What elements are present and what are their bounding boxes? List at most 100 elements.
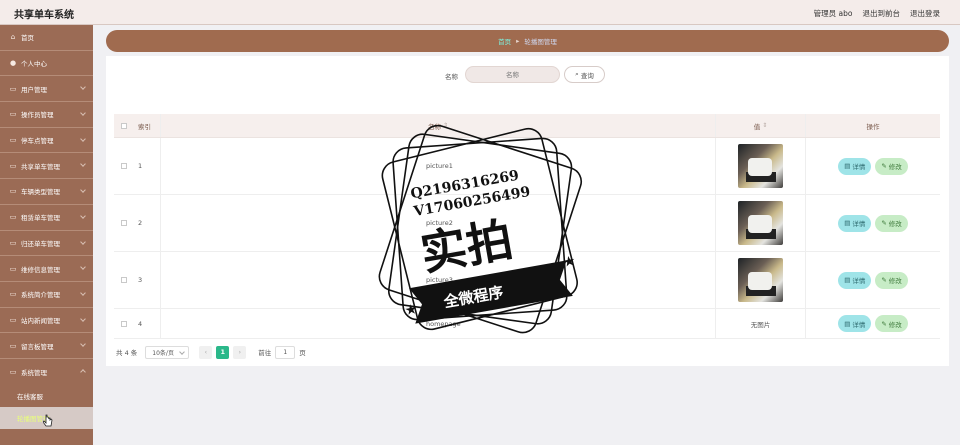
sidebar-item-label: 车辆类型管理 <box>21 188 60 197</box>
document-icon: ▤ <box>844 219 851 227</box>
sidebar-item-label: 停车点管理 <box>21 137 54 146</box>
folder-icon: ▭ <box>9 136 17 145</box>
sidebar-item-messages[interactable]: ▭ 留言板管理 <box>0 333 93 359</box>
row-checkbox[interactable] <box>121 277 127 283</box>
chevron-down-icon <box>80 135 86 142</box>
document-icon: ▤ <box>844 162 851 170</box>
table-row: 4 homepage 无图片 ▤ 详情 ✎ 修改 <box>114 309 940 339</box>
row-name: picture3 <box>160 252 715 308</box>
folder-icon: ▭ <box>9 367 17 376</box>
sidebar-item-label: 首页 <box>21 34 34 43</box>
chevron-down-icon <box>80 161 86 168</box>
detail-button[interactable]: ▤ 详情 <box>838 271 872 289</box>
sidebar-item-users[interactable]: ▭ 用户管理 <box>0 76 93 103</box>
table-row: 1 picture1 ▤ 详情 ✎ 修改 <box>114 138 940 195</box>
sidebar-item-profile[interactable]: ● 个人中心 <box>0 51 93 77</box>
exit-to-front-link[interactable]: 退出到前台 <box>863 8 901 19</box>
search-button[interactable]: ⌕ 查询 <box>564 66 605 83</box>
pencil-icon: ✎ <box>881 319 887 328</box>
content-panel: 名称 ⌕ 查询 索引 名称⇕ 值⇕ 操作 1 picture1 ▤详情 ✎修改 <box>106 56 949 366</box>
row-index: 4 <box>138 319 143 328</box>
edit-button[interactable]: ✎ 修改 <box>875 315 908 332</box>
select-all-checkbox[interactable] <box>121 122 127 129</box>
sidebar-item-label: 系统简介管理 <box>21 291 60 300</box>
header-ops: 操作 <box>805 114 940 137</box>
search-input[interactable] <box>465 66 560 83</box>
header-index: 索引 <box>138 122 151 131</box>
folder-icon: ▭ <box>9 84 17 93</box>
header-value[interactable]: 值 ⇕ <box>715 114 805 137</box>
sidebar-item-operators[interactable]: ▭ 操作员管理 <box>0 102 93 128</box>
pagination: 共 4 条 10条/页 ‹ 1 › 前往 1 页 <box>116 345 306 359</box>
row-image-thumbnail[interactable] <box>738 201 783 245</box>
chevron-down-icon <box>80 341 86 348</box>
sidebar-item-parking[interactable]: ▭ 停车点管理 <box>0 128 93 154</box>
detail-button[interactable]: ▤ 详情 <box>838 214 872 232</box>
folder-icon: ▭ <box>9 264 17 273</box>
sidebar-item-bike-types[interactable]: ▭ 车辆类型管理 <box>0 179 93 205</box>
detail-button[interactable]: ▤ 详情 <box>838 157 872 175</box>
header-name[interactable]: 名称 ⇕ <box>160 114 715 137</box>
goto-unit-label: 页 <box>299 349 306 357</box>
table-row: 3 picture3 ▤ 详情 ✎ 修改 <box>114 252 940 309</box>
home-icon: ⌂ <box>10 33 16 42</box>
edit-button[interactable]: ✎ 修改 <box>875 271 908 289</box>
row-index: 2 <box>138 219 143 227</box>
folder-icon: ▭ <box>9 110 17 119</box>
document-icon: ▤ <box>844 319 851 328</box>
top-bar: 共享单车系统 管理员 abo 退出到前台 退出登录 <box>0 0 960 25</box>
chevron-right-icon: › <box>238 348 242 356</box>
sidebar-item-intro[interactable]: ▭ 系统简介管理 <box>0 282 93 308</box>
edit-button[interactable]: ✎ 修改 <box>875 157 908 175</box>
sidebar-item-bikes[interactable]: ▭ 共享单车管理 <box>0 153 93 180</box>
sort-icon: ⇕ <box>442 122 449 129</box>
folder-icon: ▭ <box>9 341 17 350</box>
sidebar-item-label: 归还单车管理 <box>21 239 60 248</box>
folder-icon: ▭ <box>9 213 17 222</box>
goto-label: 前往 <box>258 349 272 357</box>
row-checkbox[interactable] <box>121 220 127 226</box>
document-icon: ▤ <box>844 276 851 284</box>
sidebar-item-system[interactable]: ▭ 系统管理 <box>0 359 93 385</box>
table-header: 索引 名称 ⇕ 值 ⇕ 操作 <box>114 114 940 138</box>
prev-page-button[interactable]: ‹ <box>199 345 213 359</box>
row-name: homepage <box>160 309 715 338</box>
user-icon: ● <box>9 59 17 68</box>
page-size-select[interactable]: 10条/页 <box>145 345 190 359</box>
chevron-down-icon <box>80 264 86 271</box>
page-number-current[interactable]: 1 <box>216 345 230 359</box>
row-index: 1 <box>138 162 143 170</box>
logout-link[interactable]: 退出登录 <box>910 8 940 19</box>
chevron-down-icon <box>80 290 86 296</box>
chevron-down-icon <box>80 315 86 322</box>
breadcrumb-home[interactable]: 首页 <box>498 36 511 46</box>
sidebar-item-returns[interactable]: ▭ 归还单车管理 <box>0 231 93 257</box>
next-page-button[interactable]: › <box>233 345 247 359</box>
sidebar-subitem-online-service[interactable]: 在线客服 <box>0 385 93 407</box>
pencil-icon: ✎ <box>881 219 887 227</box>
chevron-down-icon <box>80 238 86 245</box>
goto-page-input[interactable]: 1 <box>275 345 296 359</box>
breadcrumb-current: 轮播图管理 <box>524 38 557 46</box>
pagination-total: 共 4 条 <box>116 349 138 357</box>
row-index: 3 <box>138 276 143 284</box>
breadcrumb-separator-icon: ▸ <box>516 37 520 45</box>
sidebar-item-label: 个人中心 <box>21 60 47 69</box>
sidebar-item-rentals[interactable]: ▭ 租赁单车管理 <box>0 205 93 231</box>
table-row: 2 picture2 ▤ 详情 ✎ 修改 <box>114 195 940 252</box>
sidebar-item-news[interactable]: ▭ 站内新闻管理 <box>0 308 93 334</box>
sort-icon: ⇕ <box>762 122 768 129</box>
sidebar-item-home[interactable]: ⌂ 首页 <box>0 25 93 51</box>
detail-button[interactable]: ▤ 详情 <box>838 315 872 332</box>
row-name: picture2 <box>160 195 715 251</box>
row-image-thumbnail[interactable] <box>738 144 783 188</box>
admin-user-label: 管理员 abo <box>813 9 853 18</box>
search-row: 名称 ⌕ 查询 <box>106 65 949 85</box>
row-image-thumbnail[interactable] <box>738 258 783 302</box>
row-checkbox[interactable] <box>121 163 127 169</box>
edit-button[interactable]: ✎ 修改 <box>875 214 908 232</box>
sidebar-item-repairs[interactable]: ▭ 维修信息管理 <box>0 256 93 282</box>
mouse-cursor-icon <box>42 414 53 429</box>
search-icon: ⌕ <box>575 70 579 78</box>
row-checkbox[interactable] <box>121 320 127 327</box>
